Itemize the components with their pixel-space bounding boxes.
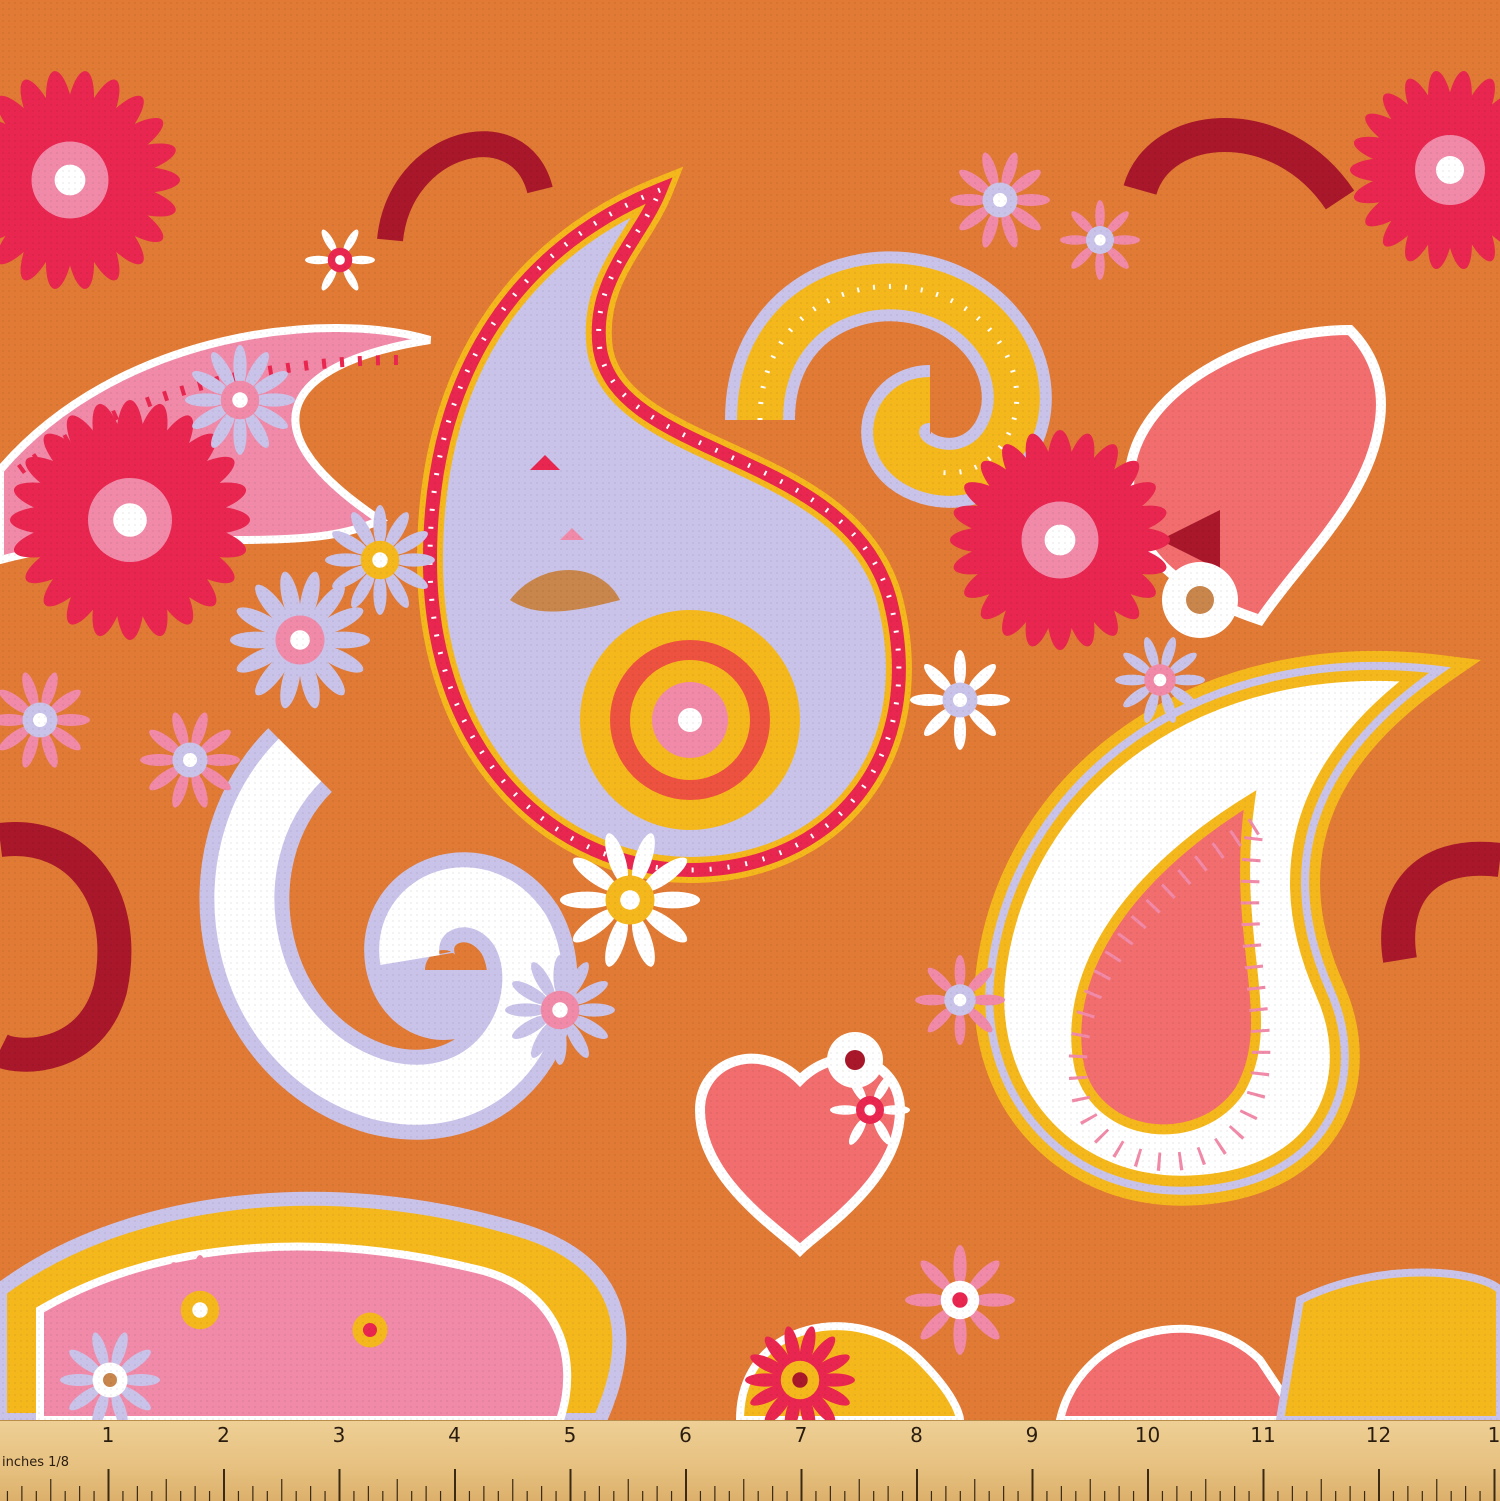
ruler-number: 9	[1025, 1423, 1039, 1447]
ruler-number: 10	[1134, 1423, 1161, 1447]
ruler-number: 12	[1365, 1423, 1392, 1447]
ruler-number: 1	[101, 1423, 115, 1447]
ruler-number: 2	[217, 1423, 230, 1447]
ruler-number: 5	[563, 1423, 577, 1447]
ruler-number: 7	[794, 1423, 808, 1447]
ruler-number: 1	[1487, 1423, 1500, 1447]
measuring-ruler: inches 1/8 1 2 3 4 5 6 7 8 9 10 11 12 1	[0, 1420, 1500, 1501]
ruler-number: 3	[332, 1423, 346, 1447]
ruler-number: 11	[1250, 1423, 1276, 1447]
ruler-unit-label: inches 1/8	[2, 1455, 70, 1470]
ruler-number: 6	[679, 1423, 692, 1447]
ruler-number: 4	[448, 1423, 461, 1447]
paisley-fabric-image	[0, 0, 1500, 1420]
ruler-number: 8	[910, 1423, 923, 1447]
